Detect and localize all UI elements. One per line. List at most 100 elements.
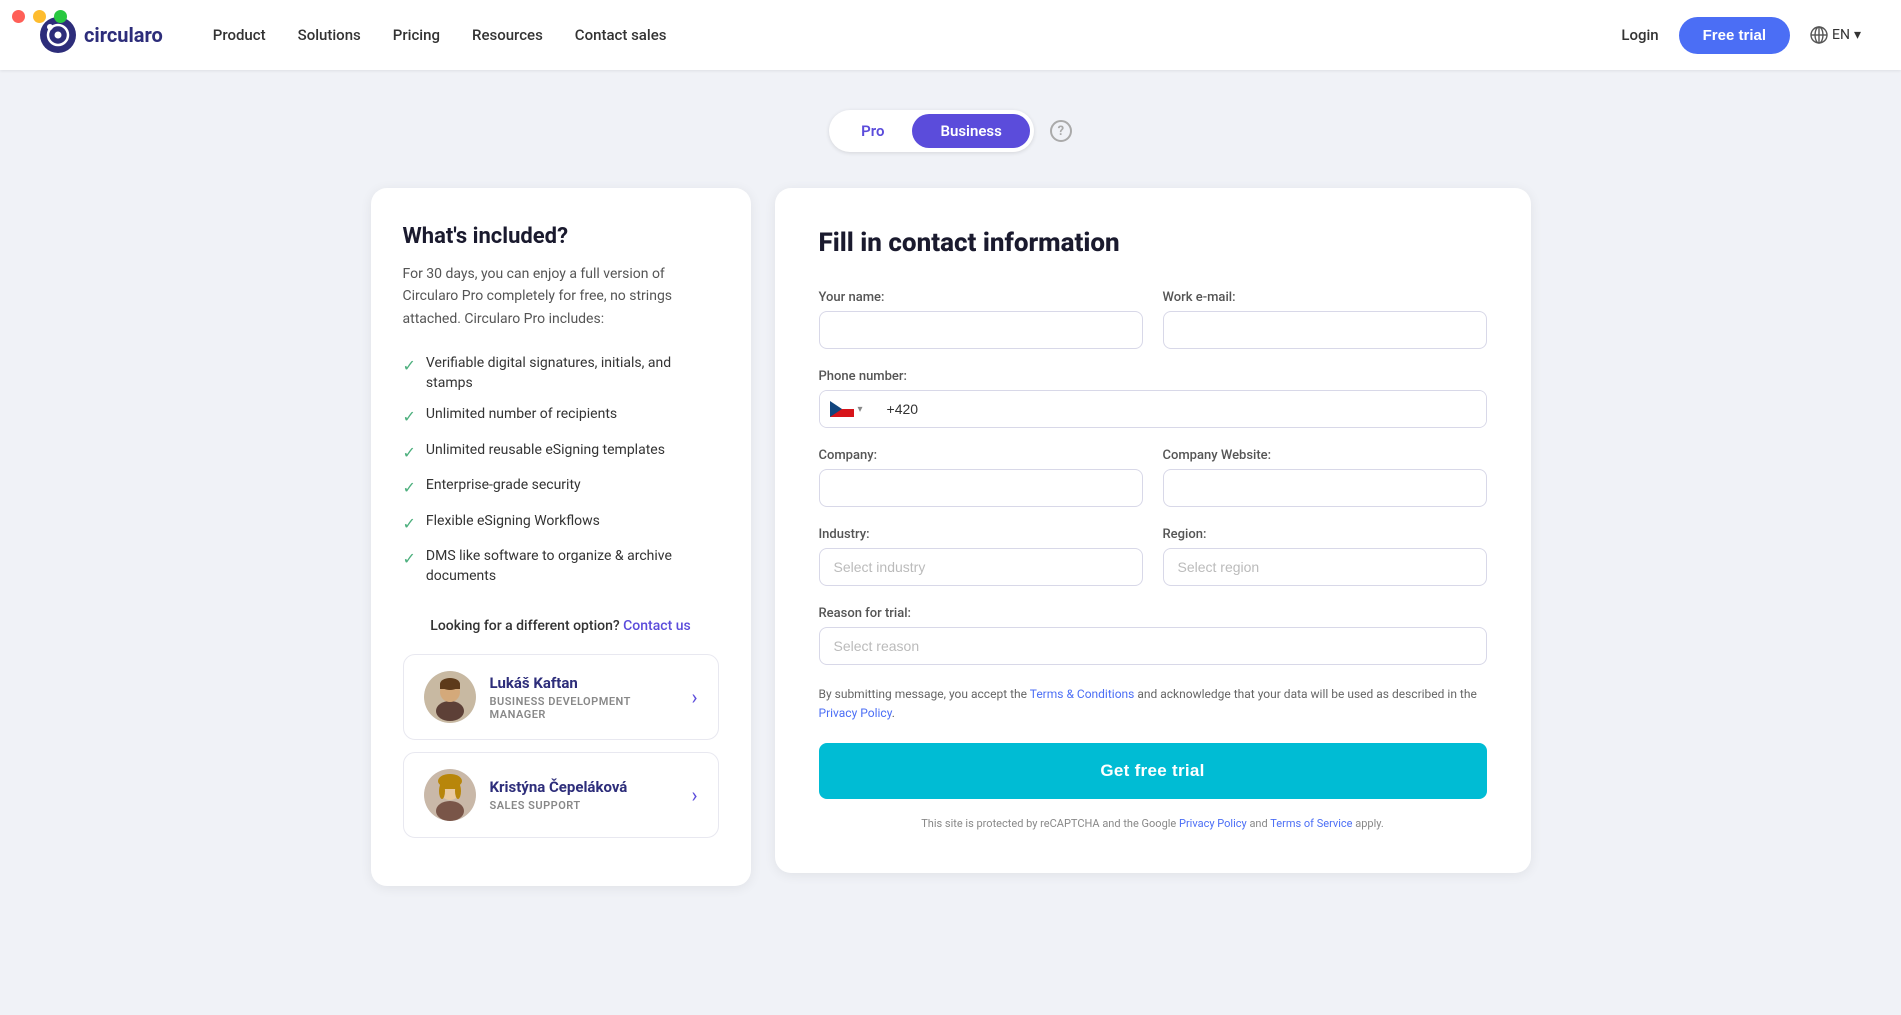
reason-label: Reason for trial:	[819, 606, 1487, 621]
form-row-name-email: Your name: Work e-mail:	[819, 290, 1487, 349]
right-panel: Fill in contact information Your name: W…	[775, 188, 1531, 873]
globe-icon	[1810, 26, 1828, 44]
nav-solutions[interactable]: Solutions	[298, 26, 361, 44]
name-label: Your name:	[819, 290, 1143, 305]
main-columns: What's included? For 30 days, you can en…	[371, 188, 1531, 886]
industry-select[interactable]: Select industry	[819, 548, 1143, 586]
language-label: EN	[1832, 27, 1850, 43]
company-label: Company:	[819, 448, 1143, 463]
nav-pricing[interactable]: Pricing	[393, 26, 440, 44]
contact-info-lukas: Lukáš Kaftan Business Development Manage…	[490, 674, 678, 721]
list-item: ✓ Verifiable digital signatures, initial…	[403, 354, 719, 393]
form-group-company: Company:	[819, 448, 1143, 507]
terms-link[interactable]: Terms & Conditions	[1030, 687, 1135, 701]
navbar: circularo Product Solutions Pricing Reso…	[0, 0, 1901, 70]
plan-toggle-row: Pro Business ?	[371, 110, 1531, 152]
check-icon: ✓	[403, 442, 416, 464]
list-item: ✓ Flexible eSigning Workflows	[403, 512, 719, 535]
avatar-lukas-svg	[424, 671, 476, 723]
nav-links: Product Solutions Pricing Resources Cont…	[213, 26, 1622, 44]
chevron-right-icon: ›	[691, 685, 697, 709]
form-row-phone: Phone number: ▾	[819, 369, 1487, 428]
legal-text: By submitting message, you accept the Te…	[819, 685, 1487, 723]
list-item: ✓ Unlimited reusable eSigning templates	[403, 441, 719, 464]
toggle-business[interactable]: Business	[912, 114, 1029, 148]
help-icon[interactable]: ?	[1050, 120, 1072, 142]
email-input[interactable]	[1163, 311, 1487, 349]
nav-resources[interactable]: Resources	[472, 26, 543, 44]
website-label: Company Website:	[1163, 448, 1487, 463]
contact-us-text: Looking for a different option? Contact …	[403, 618, 719, 634]
toggle-pro[interactable]: Pro	[833, 114, 912, 148]
form-group-name: Your name:	[819, 290, 1143, 349]
region-select[interactable]: Select region	[1163, 548, 1487, 586]
check-icon: ✓	[403, 548, 416, 570]
close-button[interactable]	[12, 10, 25, 23]
contact-name-kristyna: Kristýna Čepeláková	[490, 778, 678, 796]
form-group-reason: Reason for trial: Select reason	[819, 606, 1487, 665]
feature-text: Unlimited reusable eSigning templates	[426, 441, 665, 461]
nav-right: Login Free trial EN ▾	[1621, 17, 1861, 54]
check-icon: ✓	[403, 406, 416, 428]
phone-code-input[interactable]	[873, 391, 1486, 427]
captcha-terms-link[interactable]: Terms of Service	[1270, 817, 1352, 830]
maximize-button[interactable]	[54, 10, 67, 23]
avatar-kristyna-svg	[424, 769, 476, 821]
chevron-down-icon: ▾	[1854, 27, 1861, 43]
contact-role-kristyna: Sales Support	[490, 799, 678, 812]
contact-card-kristyna[interactable]: Kristýna Čepeláková Sales Support ›	[403, 752, 719, 838]
chevron-right-icon: ›	[691, 783, 697, 807]
contact-role-lukas: Business Development Manager	[490, 695, 678, 721]
plan-toggle: Pro Business	[829, 110, 1034, 152]
avatar-lukas	[424, 671, 476, 723]
form-group-website: Company Website:	[1163, 448, 1487, 507]
feature-text: Unlimited number of recipients	[426, 405, 617, 425]
captcha-text: This site is protected by reCAPTCHA and …	[819, 815, 1487, 833]
form-title: Fill in contact information	[819, 228, 1487, 258]
form-group-email: Work e-mail:	[1163, 290, 1487, 349]
list-item: ✓ Unlimited number of recipients	[403, 405, 719, 428]
minimize-button[interactable]	[33, 10, 46, 23]
form-row-industry-region: Industry: Select industry Region: Select…	[819, 527, 1487, 586]
left-panel: What's included? For 30 days, you can en…	[371, 188, 751, 886]
feature-text: Verifiable digital signatures, initials,…	[426, 354, 719, 393]
form-group-phone: Phone number: ▾	[819, 369, 1487, 428]
feature-text: DMS like software to organize & archive …	[426, 547, 719, 586]
whats-included-desc: For 30 days, you can enjoy a full versio…	[403, 263, 719, 330]
contact-info-kristyna: Kristýna Čepeláková Sales Support	[490, 778, 678, 812]
free-trial-button[interactable]: Free trial	[1679, 17, 1790, 54]
check-icon: ✓	[403, 355, 416, 377]
traffic-lights	[12, 10, 67, 23]
captcha-privacy-link[interactable]: Privacy Policy	[1179, 817, 1247, 830]
logo-text: circularo	[84, 23, 163, 47]
submit-button[interactable]: Get free trial	[819, 743, 1487, 799]
website-input[interactable]	[1163, 469, 1487, 507]
contact-name-lukas: Lukáš Kaftan	[490, 674, 678, 692]
phone-flag-button[interactable]: ▾	[820, 391, 873, 427]
nav-contact-sales[interactable]: Contact sales	[575, 26, 667, 44]
check-icon: ✓	[403, 513, 416, 535]
avatar-kristyna	[424, 769, 476, 821]
contact-card-lukas[interactable]: Lukáš Kaftan Business Development Manage…	[403, 654, 719, 740]
check-icon: ✓	[403, 477, 416, 499]
page-content: Pro Business ? What's included? For 30 d…	[351, 70, 1551, 946]
phone-field: ▾	[819, 390, 1487, 428]
privacy-link[interactable]: Privacy Policy	[819, 706, 892, 720]
list-item: ✓ Enterprise-grade security	[403, 476, 719, 499]
reason-select[interactable]: Select reason	[819, 627, 1487, 665]
form-row-company: Company: Company Website:	[819, 448, 1487, 507]
form-group-region: Region: Select region	[1163, 527, 1487, 586]
feature-text: Flexible eSigning Workflows	[426, 512, 600, 532]
list-item: ✓ DMS like software to organize & archiv…	[403, 547, 719, 586]
nav-product[interactable]: Product	[213, 26, 266, 44]
name-input[interactable]	[819, 311, 1143, 349]
language-selector[interactable]: EN ▾	[1810, 26, 1861, 44]
feature-text: Enterprise-grade security	[426, 476, 581, 496]
company-input[interactable]	[819, 469, 1143, 507]
whats-included-title: What's included?	[403, 224, 719, 249]
features-list: ✓ Verifiable digital signatures, initial…	[403, 354, 719, 586]
flag-czech	[830, 401, 854, 417]
form-group-industry: Industry: Select industry	[819, 527, 1143, 586]
contact-us-link[interactable]: Contact us	[623, 618, 691, 634]
login-link[interactable]: Login	[1621, 26, 1658, 44]
